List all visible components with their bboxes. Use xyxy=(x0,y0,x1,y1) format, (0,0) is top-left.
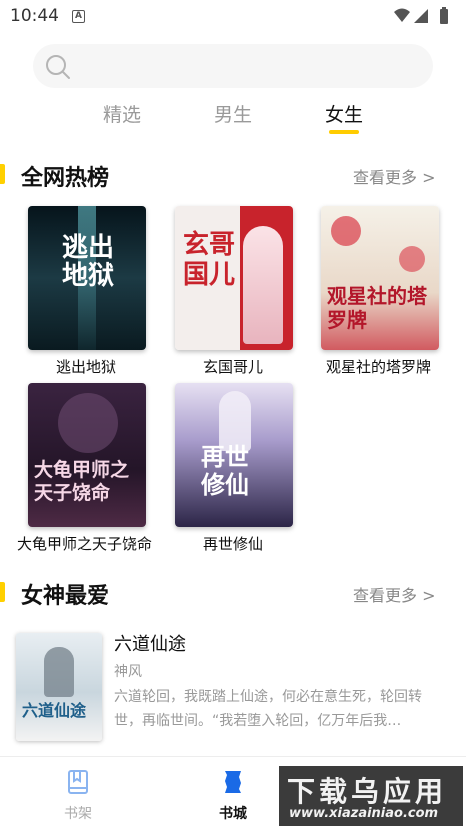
nav-bookshelf[interactable]: 书架 xyxy=(38,757,118,830)
active-tab-indicator xyxy=(329,130,359,134)
notification-icon: A xyxy=(72,10,85,23)
book-cover-1[interactable]: 逃出地狱 xyxy=(28,206,146,350)
more-hot-link[interactable]: 查看更多 > xyxy=(353,164,436,188)
section-marker xyxy=(0,582,5,602)
cover-title-text: 六道仙途 xyxy=(22,701,87,720)
cover-title-text: 大龟甲师之天子饶命 xyxy=(34,459,130,504)
book-title-4[interactable]: 大龟甲师之天子饶命 xyxy=(17,533,152,554)
tab-female[interactable]: 女生 xyxy=(325,100,363,127)
store-icon xyxy=(225,771,241,793)
book-cover-4[interactable]: 大龟甲师之天子饶命 xyxy=(28,383,146,527)
status-bar: 10:44 A xyxy=(0,0,466,34)
book-title-1[interactable]: 逃出地狱 xyxy=(56,356,116,377)
list-book-author: 神风 xyxy=(114,664,142,680)
cover-title-text: 玄哥国儿 xyxy=(183,230,236,290)
nav-bookshelf-label: 书架 xyxy=(64,806,92,822)
cover-title-text: 再世修仙 xyxy=(201,442,249,499)
book-cover-3[interactable]: 观星社的塔罗牌 xyxy=(321,206,439,350)
signal-wifi-battery-icons xyxy=(394,7,448,24)
tab-featured[interactable]: 精选 xyxy=(103,100,141,127)
watermark-logo: 下载乌应用 www.xiazainiao.com xyxy=(279,766,463,826)
search-icon xyxy=(46,55,70,79)
cover-title-text: 观星社的塔罗牌 xyxy=(327,284,427,332)
search-bar[interactable] xyxy=(33,44,433,88)
signal-icon xyxy=(414,9,428,23)
section-marker xyxy=(0,164,5,184)
section-title-goddess: 女神最爱 xyxy=(21,584,110,609)
list-book-cover[interactable]: 六道仙途 xyxy=(16,633,102,741)
nav-bookstore-label: 书城 xyxy=(219,806,247,822)
book-title-2[interactable]: 玄国哥儿 xyxy=(203,356,263,377)
watermark-url: www.xiazainiao.com xyxy=(289,806,439,821)
nav-bookstore[interactable]: 书城 xyxy=(193,757,273,830)
book-icon xyxy=(68,770,88,794)
section-title-hot: 全网热榜 xyxy=(21,166,110,191)
battery-icon xyxy=(440,9,448,24)
wifi-icon xyxy=(394,8,410,22)
book-cover-5[interactable]: 再世修仙 xyxy=(175,383,293,527)
book-cover-2[interactable]: 玄哥国儿 xyxy=(175,206,293,350)
watermark-main-text: 下载乌应用 xyxy=(287,775,448,808)
status-time: 10:44 xyxy=(10,6,59,26)
cover-title-text: 逃出地狱 xyxy=(62,233,115,291)
book-title-3[interactable]: 观星社的塔罗牌 xyxy=(326,356,431,377)
more-goddess-link[interactable]: 查看更多 > xyxy=(353,582,436,606)
list-book-title[interactable]: 六道仙途 xyxy=(114,630,186,656)
list-book-description: 六道轮回，我既踏上仙途，何必在意生死，轮回转世，再临世间。“我若堕入轮回，亿万年… xyxy=(114,689,422,729)
book-title-5[interactable]: 再世修仙 xyxy=(203,533,263,554)
tab-male[interactable]: 男生 xyxy=(214,100,252,127)
